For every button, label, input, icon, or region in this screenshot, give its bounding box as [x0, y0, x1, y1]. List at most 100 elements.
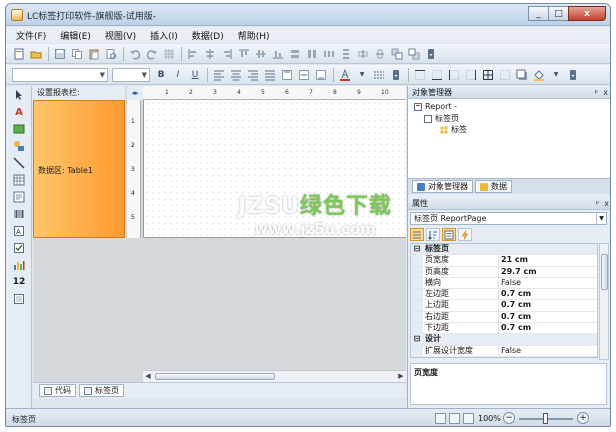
menu-data[interactable]: 数据(D): [192, 29, 224, 42]
categorized-icon[interactable]: [410, 228, 424, 241]
pointer-icon[interactable]: [12, 88, 26, 102]
copy-icon[interactable]: [70, 47, 84, 61]
tab-label-page[interactable]: 标签页: [79, 384, 124, 397]
tree-item-page[interactable]: 标签页: [424, 113, 459, 124]
property-row[interactable]: 左边距 0.7 cm: [411, 289, 597, 301]
tree-item-report[interactable]: Report -: [414, 102, 457, 111]
border-none-icon[interactable]: [498, 68, 512, 82]
font-size-select[interactable]: ▼: [112, 67, 150, 82]
tab-code[interactable]: 代码: [39, 384, 76, 397]
text-tool-icon[interactable]: A: [12, 105, 26, 119]
scroll-left-icon[interactable]: ◀: [143, 371, 153, 382]
grid-snap-icon[interactable]: [162, 47, 176, 61]
text-align-right-icon[interactable]: [246, 68, 260, 82]
property-value[interactable]: 0.7 cm: [499, 300, 597, 310]
align-top-icon[interactable]: [237, 47, 251, 61]
maximize-button[interactable]: □: [548, 6, 569, 21]
border-top-icon[interactable]: [413, 68, 427, 82]
border-bottom-icon[interactable]: [430, 68, 444, 82]
undo-icon[interactable]: [128, 47, 142, 61]
center-horizontal-icon[interactable]: [356, 47, 370, 61]
spacing-vertical-icon[interactable]: [339, 47, 353, 61]
ruler-toggle[interactable]: ◂▸: [127, 86, 143, 100]
view-normal-icon[interactable]: [435, 413, 446, 424]
font-name-select[interactable]: ▼: [12, 67, 108, 82]
menu-file[interactable]: 文件(F): [16, 29, 46, 42]
property-grid-scrollbar[interactable]: [599, 243, 609, 360]
fill-color-icon[interactable]: [532, 68, 546, 82]
underline-button[interactable]: U: [188, 68, 202, 82]
table-tool-icon[interactable]: [12, 173, 26, 187]
border-right-icon[interactable]: [464, 68, 478, 82]
menu-help[interactable]: 帮助(H): [238, 29, 270, 42]
paste-icon[interactable]: [87, 47, 101, 61]
align-right-icon[interactable]: [220, 47, 234, 61]
toolbar-options-icon[interactable]: [424, 47, 438, 61]
redo-icon[interactable]: [145, 47, 159, 61]
center-vertical-icon[interactable]: [373, 47, 387, 61]
view-page-icon[interactable]: [449, 413, 460, 424]
view-fit-icon[interactable]: [463, 413, 474, 424]
property-row[interactable]: 右边距 0.7 cm: [411, 311, 597, 324]
font-color-icon[interactable]: [338, 68, 352, 82]
pin-icon[interactable]: ᵖ: [595, 86, 598, 99]
menu-insert[interactable]: 插入(I): [150, 29, 178, 42]
send-back-icon[interactable]: [407, 47, 421, 61]
text-align-center-icon[interactable]: [229, 68, 243, 82]
property-row[interactable]: 下边距 0.7 cm: [411, 323, 597, 335]
shadow-icon[interactable]: [515, 68, 529, 82]
bring-front-icon[interactable]: [390, 47, 404, 61]
property-row[interactable]: 横向 False: [411, 277, 597, 290]
checkbox-tool-icon[interactable]: [12, 241, 26, 255]
menu-view[interactable]: 视图(V): [105, 29, 136, 42]
sort-az-icon[interactable]: [426, 228, 440, 241]
property-value[interactable]: 29.7 cm: [499, 267, 597, 277]
horizontal-scrollbar[interactable]: ◀ ▶: [143, 370, 406, 382]
property-value[interactable]: 0.7 cm: [499, 323, 597, 333]
property-row[interactable]: 页宽度 21 cm: [411, 255, 597, 267]
tree-item-band[interactable]: 标签: [440, 124, 467, 135]
text-justify-icon[interactable]: [263, 68, 277, 82]
property-value[interactable]: 0.7 cm: [499, 289, 597, 299]
same-height-icon[interactable]: [305, 47, 319, 61]
image-tool-icon[interactable]: [12, 122, 26, 136]
align-bottom-icon[interactable]: [271, 47, 285, 61]
valign-top-icon[interactable]: [280, 68, 294, 82]
property-row[interactable]: 上边距 0.7 cm: [411, 300, 597, 312]
chevron-down-icon[interactable]: ▼: [549, 68, 563, 82]
number-tool-icon[interactable]: 12: [12, 275, 26, 289]
zoom-in-button[interactable]: +: [577, 412, 589, 424]
minimize-button[interactable]: _: [528, 6, 549, 21]
scroll-thumb[interactable]: [155, 373, 275, 380]
scroll-thumb[interactable]: [601, 254, 608, 290]
new-file-icon[interactable]: [12, 47, 26, 61]
events-icon[interactable]: [458, 228, 472, 241]
shape-tool-icon[interactable]: [12, 139, 26, 153]
close-button[interactable]: x: [568, 6, 606, 21]
label-tool-icon[interactable]: A: [12, 224, 26, 238]
close-icon[interactable]: x: [603, 86, 608, 99]
collapse-icon[interactable]: ⊟: [411, 334, 423, 345]
same-width-icon[interactable]: [288, 47, 302, 61]
menu-edit[interactable]: 编辑(E): [60, 29, 91, 42]
print-preview-icon[interactable]: [104, 47, 118, 61]
property-value[interactable]: 0.7 cm: [499, 312, 597, 322]
bold-button[interactable]: B: [154, 68, 168, 82]
tab-object-manager[interactable]: 对象管理器: [412, 180, 473, 193]
object-select[interactable]: 标签页 ReportPage ▼: [410, 212, 607, 225]
spacing-horizontal-icon[interactable]: [322, 47, 336, 61]
valign-middle-icon[interactable]: [297, 68, 311, 82]
zip-code-tool-icon[interactable]: [12, 292, 26, 306]
chart-tool-icon[interactable]: [12, 258, 26, 272]
property-value[interactable]: 21 cm: [499, 255, 597, 265]
save-icon[interactable]: [53, 47, 67, 61]
scroll-right-icon[interactable]: ▶: [396, 371, 406, 382]
text-align-left-icon[interactable]: [212, 68, 226, 82]
close-icon[interactable]: x: [604, 197, 609, 210]
tab-data[interactable]: 数据: [475, 180, 512, 193]
border-left-icon[interactable]: [447, 68, 461, 82]
property-value[interactable]: False: [499, 278, 597, 288]
barcode-tool-icon[interactable]: [12, 207, 26, 221]
chevron-down-icon[interactable]: ▼: [355, 68, 369, 82]
italic-button[interactable]: I: [171, 68, 185, 82]
